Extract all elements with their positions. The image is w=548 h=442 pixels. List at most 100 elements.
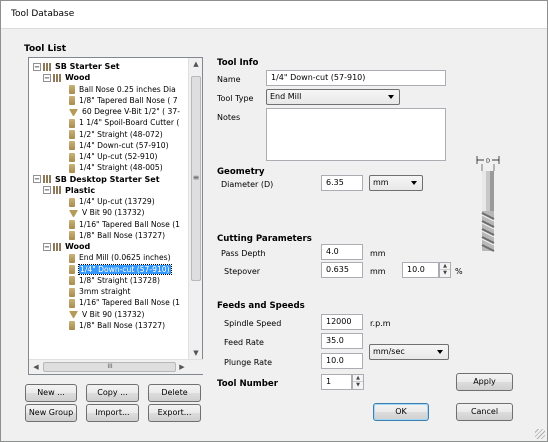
resize-grip-icon[interactable] bbox=[535, 429, 545, 439]
feeds-speeds-heading: Feeds and Speeds bbox=[217, 301, 305, 311]
cancel-button[interactable]: Cancel bbox=[456, 403, 513, 421]
tree-item-label: Ball Nose 0.25 inches Dia bbox=[79, 84, 176, 94]
pass-depth-unit: mm bbox=[370, 249, 386, 258]
tool-number-field[interactable]: 1 bbox=[321, 374, 352, 390]
rate-unit-select[interactable]: mm/sec bbox=[369, 344, 449, 360]
tree-group[interactable]: − Wood bbox=[43, 72, 90, 83]
tool-group-icon bbox=[43, 175, 52, 183]
tree-tool-item[interactable]: V Bit 90 (13732) bbox=[69, 309, 144, 320]
tree-item-label: Plastic bbox=[65, 185, 96, 195]
tree-tool-item[interactable]: Ball Nose 0.25 inches Dia bbox=[69, 84, 176, 95]
diameter-unit-select[interactable]: mm bbox=[369, 175, 423, 191]
collapse-toggle-icon[interactable]: − bbox=[43, 242, 51, 251]
apply-button[interactable]: Apply bbox=[456, 373, 513, 391]
stepover-percent-stepper[interactable]: ▲ ▼ bbox=[439, 262, 451, 278]
tree-tool-item[interactable]: 1/16" Tapered Ball Nose (1 bbox=[69, 297, 180, 308]
tree-group[interactable]: − Wood bbox=[43, 241, 90, 252]
notes-field[interactable] bbox=[266, 108, 446, 161]
tree-item-label: V Bit 90 (13732) bbox=[82, 309, 145, 319]
plunge-rate-field[interactable]: 10.0 bbox=[321, 353, 363, 369]
tree-tool-item[interactable]: 1/4" Up-cut (52-910) bbox=[69, 151, 157, 162]
scroll-left-icon[interactable]: ◀ bbox=[30, 362, 42, 372]
delete-button[interactable]: Delete bbox=[148, 384, 201, 402]
tree-item-label: 3mm straight bbox=[79, 287, 131, 296]
tree-tool-item[interactable]: 1/4" Straight (48-005) bbox=[69, 162, 163, 173]
tree-tool-item[interactable]: 1/4" Down-cut (57-910) bbox=[69, 140, 169, 151]
collapse-toggle-icon[interactable]: − bbox=[33, 62, 41, 71]
diameter-field[interactable]: 6.35 bbox=[321, 175, 363, 191]
tree-tool-item[interactable]: 1/8" Ball Nose (13727) bbox=[69, 320, 165, 331]
tree-group[interactable]: − Plastic bbox=[43, 185, 95, 196]
tree-item-label: 1 1/4" Spoil-Board Cutter ( bbox=[79, 118, 180, 128]
tree-tool-item[interactable]: End Mill (0.0625 inches) bbox=[69, 252, 171, 263]
tree-item-label: 1/8" Ball Nose (13727) bbox=[79, 230, 166, 240]
tree-tool-item[interactable]: 1/8" Tapered Ball Nose ( 7 bbox=[69, 95, 178, 106]
feed-rate-field[interactable]: 35.0 bbox=[321, 333, 363, 349]
stepover-percent-field[interactable]: 10.0 bbox=[402, 262, 439, 278]
pass-depth-field[interactable]: 4.0 bbox=[321, 244, 363, 260]
end-mill-tool-icon bbox=[69, 130, 75, 139]
tree-group[interactable]: − SB Desktop Starter Set bbox=[33, 174, 160, 185]
tool-number-stepper[interactable]: ▲ ▼ bbox=[352, 374, 364, 390]
feed-rate-label: Feed Rate bbox=[224, 338, 264, 347]
tree-vertical-scrollbar[interactable]: ▲ ≡ ▼ bbox=[188, 58, 202, 360]
tool-group-icon bbox=[53, 186, 62, 195]
end-mill-tool-icon bbox=[69, 298, 75, 308]
collapse-toggle-icon[interactable]: − bbox=[43, 73, 51, 82]
tree-tool-item[interactable]: 3mm straight bbox=[69, 286, 130, 297]
end-mill-tool-icon bbox=[69, 253, 75, 263]
diameter-label: Diameter (D) bbox=[221, 180, 274, 189]
new-group-button[interactable]: New Group bbox=[25, 404, 77, 422]
tree-tool-item[interactable]: 1/4" Up-cut (13729) bbox=[69, 196, 155, 207]
stepover-label: Stepover bbox=[224, 267, 261, 276]
end-mill-tool-icon bbox=[69, 231, 75, 241]
end-mill-diagram-icon: D bbox=[476, 156, 500, 252]
stepover-percent-unit: % bbox=[455, 267, 463, 276]
tree-item-label: End Mill (0.0625 inches) bbox=[79, 253, 171, 263]
tree-item-label: SB Desktop Starter Set bbox=[55, 174, 160, 184]
ok-button[interactable]: OK bbox=[373, 403, 429, 421]
spindle-speed-field[interactable]: 12000 bbox=[321, 314, 363, 330]
end-mill-tool-icon bbox=[69, 118, 75, 128]
export-button[interactable]: Export... bbox=[148, 404, 201, 422]
tool-info-heading: Tool Info bbox=[217, 58, 259, 68]
tool-list-label: Tool List bbox=[24, 44, 67, 54]
scroll-up-icon[interactable]: ▲ bbox=[190, 59, 202, 69]
end-mill-tool-icon bbox=[69, 96, 75, 106]
tree-tool-item[interactable]: V Bit 90 (13732) bbox=[69, 207, 144, 218]
import-button[interactable]: Import... bbox=[86, 404, 139, 422]
tree-item-label: Wood bbox=[65, 242, 91, 251]
end-mill-tool-icon bbox=[69, 265, 75, 274]
tree-item-label: 1/4" Straight (48-005) bbox=[79, 163, 163, 173]
tree-tool-item[interactable]: 1/4" Down-cut (57-910) bbox=[69, 263, 172, 275]
tree-tool-item[interactable]: 1/8" Ball Nose (13727) bbox=[69, 230, 165, 241]
tool-tree[interactable]: − SB Starter Set − Wood Ball Nose 0.25 inche… bbox=[28, 57, 203, 375]
collapse-toggle-icon[interactable]: − bbox=[43, 186, 51, 195]
tree-horizontal-scrollbar[interactable]: ◀ III ▶ bbox=[29, 359, 203, 374]
tree-tool-item[interactable]: 1 1/4" Spoil-Board Cutter ( bbox=[69, 117, 179, 128]
name-field[interactable]: 1/4" Down-cut (57-910) bbox=[266, 70, 446, 86]
tree-group[interactable]: − SB Starter Set bbox=[33, 61, 120, 72]
tree-item-label: 1/4" Down-cut (57-910) bbox=[78, 263, 172, 275]
copy-button[interactable]: Copy ... bbox=[86, 384, 139, 402]
tool-type-select[interactable]: End Mill bbox=[266, 89, 400, 105]
collapse-toggle-icon[interactable]: − bbox=[33, 175, 41, 183]
end-mill-tool-icon bbox=[69, 163, 75, 173]
tree-item-label: 1/8" Straight (13728) bbox=[79, 275, 160, 285]
tree-tool-item[interactable]: 1/16" Tapered Ball Nose (1 bbox=[69, 219, 180, 230]
geometry-heading: Geometry bbox=[217, 167, 265, 177]
scroll-right-icon[interactable]: ▶ bbox=[176, 362, 188, 372]
vbit-tool-icon bbox=[69, 108, 78, 116]
scroll-down-icon[interactable]: ▼ bbox=[190, 348, 202, 358]
stepover-field[interactable]: 0.635 bbox=[321, 262, 363, 278]
tree-tool-item[interactable]: 1/8" Straight (13728) bbox=[69, 275, 160, 286]
end-mill-tool-icon bbox=[69, 321, 75, 331]
notes-label: Notes bbox=[217, 113, 241, 122]
tree-item-label: 1/8" Ball Nose (13727) bbox=[79, 320, 166, 330]
tree-tool-item[interactable]: 60 Degree V-Bit 1/2" ( 37- bbox=[69, 106, 180, 117]
title-bar: Tool Database bbox=[1, 1, 547, 29]
tree-tool-item[interactable]: 1/2" Straight (48-072) bbox=[69, 129, 163, 140]
vbit-tool-icon bbox=[69, 311, 78, 318]
tool-type-value: End Mill bbox=[270, 92, 302, 101]
new-button[interactable]: New ... bbox=[25, 384, 77, 402]
